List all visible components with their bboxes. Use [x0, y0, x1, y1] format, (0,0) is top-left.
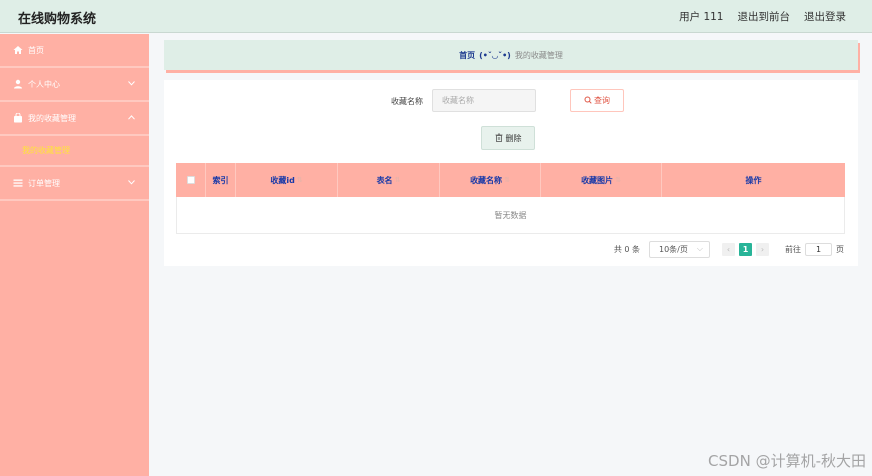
column-header[interactable]: 收藏id ⇅ [236, 163, 338, 197]
chevron-up-icon [128, 113, 135, 122]
to-front-link[interactable]: 退出到前台 [738, 9, 791, 24]
sidebar: 首页 个人中心 我的收藏管理 我的收藏管理 订单管理 [0, 34, 149, 476]
submenu-label: 我的收藏管理 [22, 146, 70, 155]
select-all-cell [176, 163, 206, 197]
sidebar-item-label: 个人中心 [28, 79, 60, 89]
search-icon [584, 96, 592, 106]
user-icon [12, 79, 23, 90]
watermark: CSDN @计算机-秋大田 [708, 452, 866, 470]
sidebar-item-label: 订单管理 [28, 178, 60, 188]
search-button-label: 查询 [594, 96, 610, 105]
search-input[interactable]: 收藏名称 [432, 89, 536, 112]
goto-label: 前往 [785, 244, 801, 254]
sidebar-item-label: 我的收藏管理 [28, 113, 76, 123]
delete-button[interactable]: 删除 [481, 126, 535, 150]
breadcrumb: 首页 (•ˇ◡ˇ•) 我的收藏管理 [164, 40, 858, 70]
search-button[interactable]: 查询 [570, 89, 624, 112]
top-bar: 在线购物系统 用户 111 退出到前台 退出登录 [0, 0, 872, 33]
breadcrumb-home[interactable]: 首页 [459, 50, 475, 61]
chevron-down-icon [128, 178, 135, 187]
logout-link[interactable]: 退出登录 [804, 9, 846, 24]
column-label: 收藏id [270, 175, 295, 185]
sidebar-item-label: 首页 [28, 45, 44, 55]
column-label: 收藏名称 [470, 175, 503, 185]
column-label: 表名 [376, 175, 393, 185]
column-header[interactable]: 表名 ⇅ [338, 163, 440, 197]
search-placeholder: 收藏名称 [442, 96, 474, 105]
column-label: 操作 [745, 175, 762, 185]
column-header[interactable]: 收藏名称 ⇅ [440, 163, 541, 197]
sidebar-item-favorites[interactable]: 我的收藏管理 [0, 102, 149, 136]
sidebar-item-profile[interactable]: 个人中心 [0, 68, 149, 102]
trash-icon [495, 133, 503, 144]
sidebar-item-orders[interactable]: 订单管理 [0, 167, 149, 201]
total-count: 共 0 条 [613, 244, 640, 254]
home-icon [12, 45, 23, 56]
column-header: 操作 [662, 163, 845, 197]
top-right-menu: 用户 111 退出到前台 退出登录 [679, 9, 846, 24]
sort-icon[interactable]: ⇅ [395, 176, 401, 184]
page-size-value: 10条/页 [659, 244, 688, 254]
sort-icon[interactable]: ⇅ [615, 176, 621, 184]
search-label: 收藏名称 [391, 97, 423, 106]
column-label: 索引 [212, 175, 229, 185]
sidebar-item-home[interactable]: 首页 [0, 34, 149, 68]
sort-icon[interactable]: ⇅ [504, 176, 510, 184]
data-table: 索引 收藏id ⇅ 表名 ⇅ 收藏名称 ⇅ 收藏图片 ⇅ 操作 暂无数据 [176, 163, 845, 234]
pagination: 共 0 条 10条/页 ⌵ ‹ 1 › 前往 1 页 [613, 240, 844, 258]
page-number-current[interactable]: 1 [739, 242, 752, 256]
bag-icon [12, 113, 23, 124]
goto-page-input[interactable]: 1 [805, 242, 832, 256]
user-name: 用户 111 [679, 11, 724, 23]
select-all-checkbox[interactable] [186, 176, 195, 184]
table-header: 索引 收藏id ⇅ 表名 ⇅ 收藏名称 ⇅ 收藏图片 ⇅ 操作 [176, 163, 845, 197]
prev-page-button[interactable]: ‹ [722, 242, 735, 256]
chevron-down-icon [128, 79, 135, 88]
column-header: 索引 [206, 163, 236, 197]
page-unit-label: 页 [836, 244, 844, 254]
page-size-select[interactable]: 10条/页 ⌵ [649, 240, 710, 258]
app-title: 在线购物系统 [18, 12, 97, 27]
breadcrumb-emoticon: (•ˇ◡ˇ•) [479, 50, 511, 60]
sort-icon[interactable]: ⇅ [297, 176, 303, 184]
next-page-button[interactable]: › [756, 242, 769, 256]
column-header[interactable]: 收藏图片 ⇅ [541, 163, 662, 197]
breadcrumb-current: 我的收藏管理 [514, 50, 563, 60]
chevron-down-icon: ⌵ [696, 243, 703, 253]
empty-state: 暂无数据 [176, 197, 845, 234]
content-panel: 收藏名称 收藏名称 查询 删除 索引 收藏id ⇅ 表名 ⇅ 收藏名称 ⇅ 收藏… [164, 80, 858, 266]
delete-button-label: 删除 [505, 133, 522, 143]
submenu-favorites-manage[interactable]: 我的收藏管理 [0, 136, 149, 167]
column-label: 收藏图片 [581, 175, 614, 185]
list-icon [12, 178, 23, 189]
